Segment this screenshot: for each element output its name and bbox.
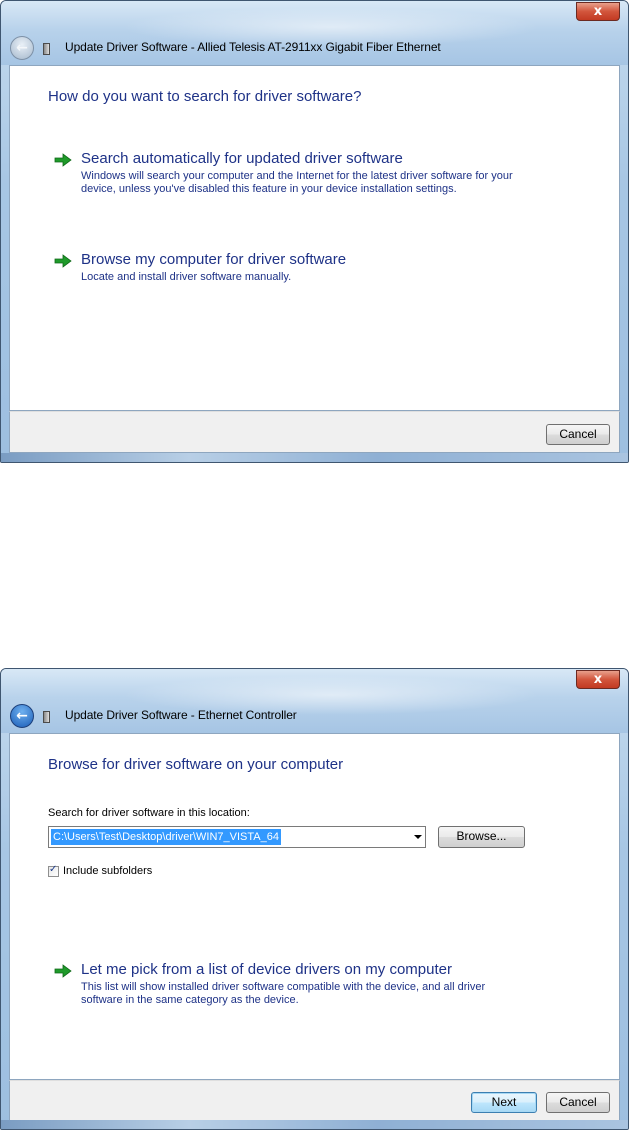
dialog-footer: Cancel: [9, 411, 620, 453]
update-driver-dialog-browse: x ← Update Driver Software - Ethernet Co…: [0, 668, 629, 1130]
green-arrow-icon: [54, 254, 72, 268]
page-heading: Browse for driver software on your compu…: [48, 756, 344, 773]
option-description: Windows will search your computer and th…: [81, 170, 513, 195]
include-subfolders-label: Include subfolders: [63, 865, 153, 877]
back-button[interactable]: ←: [10, 704, 34, 728]
title-bar[interactable]: [1, 669, 628, 733]
device-icon: [43, 43, 50, 55]
option-title: Browse my computer for driver software: [81, 251, 347, 268]
page-heading: How do you want to search for driver sof…: [48, 88, 362, 105]
dialog-content: Browse for driver software on your compu…: [9, 733, 620, 1080]
option-title: Let me pick from a list of device driver…: [81, 961, 452, 978]
close-icon: x: [593, 672, 603, 687]
dialog-footer: Next Cancel: [9, 1080, 620, 1122]
title-bar[interactable]: [1, 1, 628, 65]
back-arrow-icon: ←: [16, 40, 28, 56]
green-arrow-icon: [54, 153, 72, 167]
close-button[interactable]: x: [576, 2, 620, 21]
option-description: This list will show installed driver sof…: [81, 981, 486, 1006]
device-icon: [43, 711, 50, 723]
next-button[interactable]: Next: [471, 1092, 537, 1113]
cancel-button[interactable]: Cancel: [546, 424, 610, 445]
close-icon: x: [593, 4, 603, 19]
driver-path-combobox[interactable]: C:\Users\Test\Desktop\driver\WIN7_VISTA_…: [48, 826, 426, 848]
driver-path-value: C:\Users\Test\Desktop\driver\WIN7_VISTA_…: [51, 829, 281, 845]
window-title: Update Driver Software - Allied Telesis …: [65, 40, 441, 54]
browse-button[interactable]: Browse...: [438, 826, 525, 848]
dialog-content: How do you want to search for driver sof…: [9, 65, 620, 411]
back-button[interactable]: ←: [10, 36, 34, 60]
close-button[interactable]: x: [576, 670, 620, 689]
green-arrow-icon: [54, 964, 72, 978]
checkmark-icon: ✓: [49, 864, 58, 875]
search-location-label: Search for driver software in this locat…: [48, 807, 250, 819]
option-title: Search automatically for updated driver …: [81, 150, 403, 167]
dropdown-arrow-icon[interactable]: [414, 835, 422, 839]
include-subfolders-checkbox[interactable]: ✓: [48, 864, 59, 877]
window-title: Update Driver Software - Ethernet Contro…: [65, 708, 297, 722]
option-description: Locate and install driver software manua…: [81, 271, 292, 283]
update-driver-dialog-search-options: x ← Update Driver Software - Allied Tele…: [0, 0, 629, 463]
window-bottom-border: [1, 1120, 628, 1129]
window-bottom-border: [1, 453, 628, 462]
back-arrow-icon: ←: [16, 708, 28, 724]
cancel-button[interactable]: Cancel: [546, 1092, 610, 1113]
